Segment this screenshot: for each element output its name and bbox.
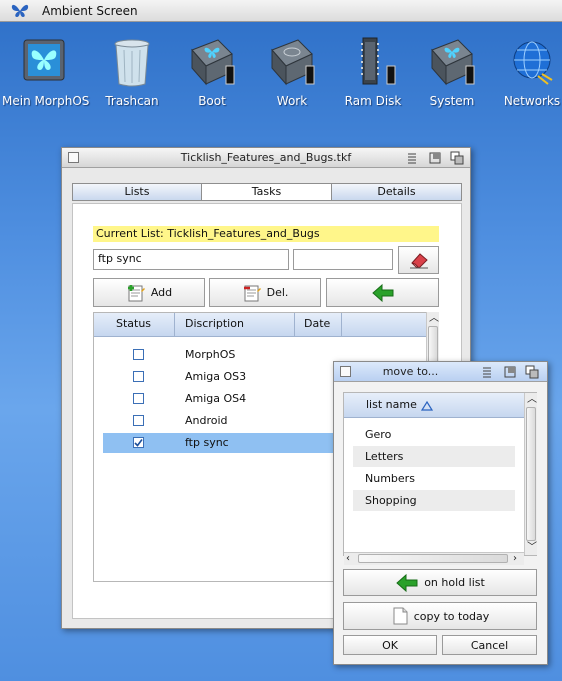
work-drive-icon <box>268 36 316 88</box>
tab-details[interactable]: Details <box>331 183 462 201</box>
ok-button[interactable]: OK <box>343 635 437 655</box>
desktop-icon-label: Ram Disk <box>344 94 402 108</box>
task-name: ftp sync <box>185 436 229 449</box>
sort-ascending-icon[interactable] <box>421 401 433 411</box>
list-item[interactable]: Shopping <box>353 490 515 511</box>
move-button[interactable] <box>326 278 439 307</box>
desktop-icon-trashcan[interactable]: Trashcan <box>90 36 174 108</box>
list-item[interactable]: Numbers <box>353 468 515 489</box>
list-scrollbar-vertical[interactable]: ︿ ﹀ <box>524 393 537 555</box>
morphos-cube-icon <box>20 36 68 88</box>
desktop-icon-label: Networks <box>503 94 561 108</box>
desktop-icon-networks[interactable]: Networks <box>490 36 562 108</box>
tab-tasks[interactable]: Tasks <box>201 183 332 201</box>
column-status[interactable]: Status <box>93 312 175 336</box>
task-checkbox[interactable] <box>133 415 144 426</box>
screen-title-bar: Ambient Screen <box>0 0 562 22</box>
zoom-icon[interactable] <box>428 151 442 165</box>
boot-drive-icon <box>188 36 236 88</box>
desktop-icon-ram-disk[interactable]: Ram Disk <box>331 36 415 108</box>
green-left-arrow-icon <box>371 283 393 302</box>
tab-lists[interactable]: Lists <box>72 183 202 201</box>
morphos-butterfly-icon[interactable] <box>10 3 30 19</box>
window-titlebar[interactable]: Ticklish_Features_and_Bugs.tkf <box>62 148 470 168</box>
task-checkbox[interactable] <box>133 371 144 382</box>
move-to-window[interactable]: move to... list name Gero Letters Number… <box>333 361 548 665</box>
system-drive-icon <box>428 36 476 88</box>
list-scrollbar-horizontal[interactable]: ‹ › <box>344 552 524 565</box>
task-name: Android <box>185 414 228 427</box>
desktop-icon-label: System <box>429 94 475 108</box>
delete-note-icon <box>243 285 261 301</box>
desktop-icon-system[interactable]: System <box>410 36 494 108</box>
column-description[interactable]: Discription <box>175 312 295 336</box>
desktop-icon-label: Work <box>276 94 308 108</box>
task-name: MorphOS <box>185 348 236 361</box>
trashcan-icon <box>108 36 156 88</box>
depth-icon[interactable] <box>525 365 539 379</box>
task-checkbox[interactable] <box>133 349 144 360</box>
task-name-input[interactable]: ftp sync <box>93 249 289 270</box>
scroll-thumb[interactable] <box>358 554 508 563</box>
scroll-up-icon[interactable]: ︿ <box>429 314 439 324</box>
scroll-down-icon[interactable]: ﹀ <box>527 543 537 553</box>
scroll-left-icon[interactable]: ‹ <box>346 554 350 564</box>
iconify-icon[interactable] <box>405 151 419 165</box>
column-date[interactable]: Date <box>295 312 342 336</box>
task-date-input[interactable] <box>293 249 393 270</box>
window-titlebar[interactable]: move to... <box>334 362 547 382</box>
desktop-icon-label: Trashcan <box>105 94 159 108</box>
desktop-icon-label: Boot <box>198 94 226 108</box>
desktop-icon-mein-morphos[interactable]: Mein MorphOS <box>2 36 90 108</box>
list-name-header[interactable]: list name <box>344 393 524 418</box>
task-list-header: Status Discription Date <box>93 312 426 337</box>
task-checkbox-checked[interactable] <box>133 437 144 448</box>
window-title: move to... <box>382 365 439 378</box>
current-list-label: Current List: Ticklish_Features_and_Bugs <box>93 226 439 242</box>
delete-button-label: Del. <box>266 286 289 299</box>
copy-to-today-label: copy to today <box>413 609 490 623</box>
page-icon <box>393 607 408 625</box>
ram-disk-icon <box>349 36 397 88</box>
list-name-header-label: list name <box>366 398 417 411</box>
copy-to-today-button[interactable]: copy to today <box>343 602 537 630</box>
cancel-button[interactable]: Cancel <box>442 635 537 655</box>
tab-bar: Lists Tasks Details <box>72 183 462 201</box>
add-button[interactable]: Add <box>93 278 205 307</box>
on-hold-list-label: on hold list <box>424 576 485 589</box>
desktop-icon-boot[interactable]: Boot <box>170 36 254 108</box>
list-item[interactable]: Letters <box>353 446 515 467</box>
list-item[interactable]: Gero <box>353 424 515 445</box>
task-name: Amiga OS3 <box>185 370 247 383</box>
desktop-icon-label: Mein MorphOS <box>2 94 90 108</box>
scroll-thumb[interactable] <box>526 407 536 541</box>
zoom-icon[interactable] <box>503 365 517 379</box>
scroll-right-icon[interactable]: › <box>513 554 517 564</box>
depth-icon[interactable] <box>450 151 464 165</box>
task-name: Amiga OS4 <box>185 392 247 405</box>
task-checkbox[interactable] <box>133 393 144 404</box>
globe-icon <box>508 36 556 88</box>
desktop-icon-work[interactable]: Work <box>250 36 334 108</box>
green-left-arrow-icon <box>396 573 418 592</box>
delete-button[interactable]: Del. <box>209 278 321 307</box>
iconify-icon[interactable] <box>480 365 494 379</box>
screen-title: Ambient Screen <box>42 4 138 18</box>
add-note-icon <box>127 284 145 301</box>
eraser-icon <box>409 253 428 269</box>
on-hold-list-button[interactable]: on hold list <box>343 569 537 596</box>
clear-button[interactable] <box>398 246 439 274</box>
add-button-label: Add <box>150 286 173 299</box>
scroll-up-icon[interactable]: ︿ <box>527 395 537 405</box>
